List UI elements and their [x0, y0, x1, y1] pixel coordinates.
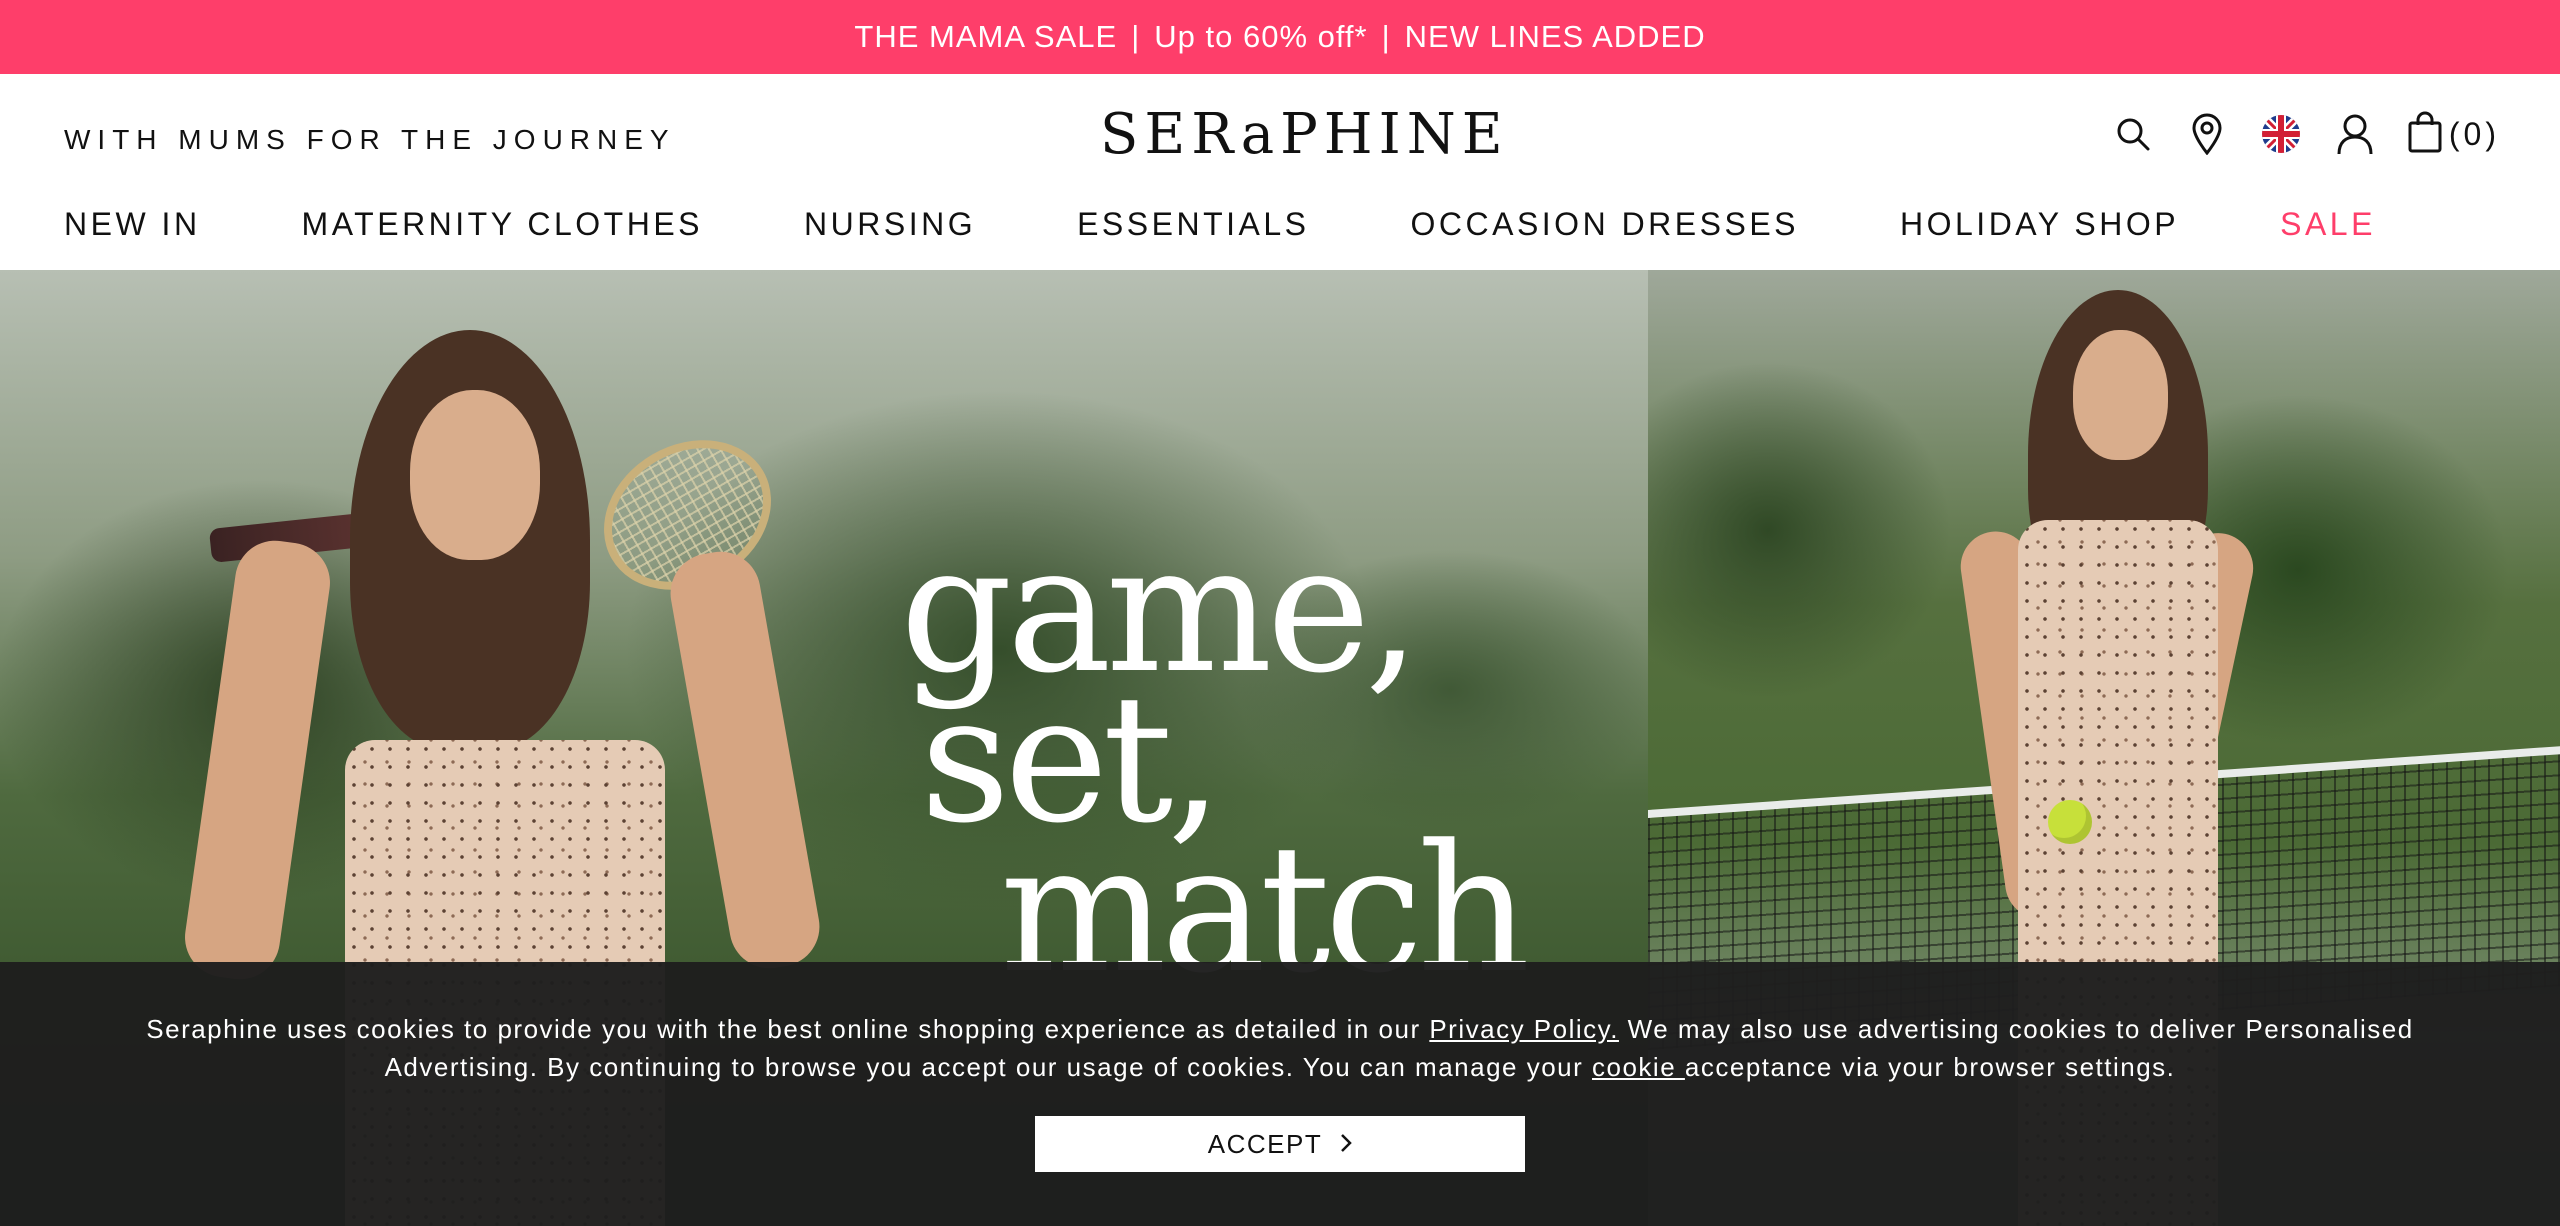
- nav-item-nursing[interactable]: NURSING: [804, 206, 976, 243]
- site-header: WITH MUMS FOR THE JOURNEY SERaPHINE (0) …: [0, 74, 2560, 270]
- cookie-text-part3: acceptance via your browser settings.: [1684, 1052, 2176, 1082]
- nav-item-new-in[interactable]: NEW IN: [64, 206, 201, 243]
- nav-item-essentials[interactable]: ESSENTIALS: [1077, 206, 1309, 243]
- privacy-policy-link[interactable]: Privacy Policy.: [1429, 1014, 1619, 1044]
- cart-count: (0): [2448, 115, 2500, 152]
- nav-item-maternity-clothes[interactable]: MATERNITY CLOTHES: [302, 206, 703, 243]
- promo-text-new-lines: NEW LINES ADDED: [1404, 19, 1706, 54]
- chevron-right-icon: [1340, 1129, 1353, 1160]
- search-icon[interactable]: [2111, 110, 2155, 158]
- promo-banner[interactable]: THE MAMA SALE | Up to 60% off* | NEW LIN…: [0, 0, 2560, 74]
- promo-text-discount: Up to 60% off*: [1154, 19, 1368, 54]
- hero-headline: game, set, match: [900, 522, 1660, 998]
- cookie-text-part1: Seraphine uses cookies to provide you wi…: [146, 1014, 1430, 1044]
- promo-separator: |: [1381, 19, 1391, 54]
- cart-button[interactable]: (0): [2407, 111, 2500, 158]
- brand-logo[interactable]: SERaPHINE: [1100, 102, 1503, 167]
- promo-separator: |: [1131, 19, 1141, 54]
- nav-item-sale[interactable]: SALE: [2280, 206, 2376, 243]
- shopping-bag-icon: [2407, 111, 2443, 158]
- nav-item-occasion-dresses[interactable]: OCCASION DRESSES: [1410, 206, 1799, 243]
- location-pin-icon[interactable]: [2185, 110, 2229, 158]
- cookie-banner: Seraphine uses cookies to provide you wi…: [0, 962, 2560, 1226]
- user-icon[interactable]: [2333, 110, 2377, 158]
- cookie-message: Seraphine uses cookies to provide you wi…: [90, 1010, 2470, 1086]
- accept-cookies-button[interactable]: ACCEPT: [1035, 1116, 1525, 1172]
- nav-item-holiday-shop[interactable]: HOLIDAY SHOP: [1900, 206, 2179, 243]
- brand-tagline: WITH MUMS FOR THE JOURNEY: [64, 124, 676, 155]
- promo-text-sale: THE MAMA SALE: [854, 19, 1118, 54]
- header-icons: (0): [2111, 110, 2500, 158]
- cookie-link[interactable]: cookie: [1592, 1052, 1685, 1082]
- accept-label: ACCEPT: [1207, 1128, 1323, 1159]
- uk-flag-icon[interactable]: [2259, 110, 2303, 158]
- main-nav: NEW IN MATERNITY CLOTHES NURSING ESSENTI…: [64, 206, 2376, 243]
